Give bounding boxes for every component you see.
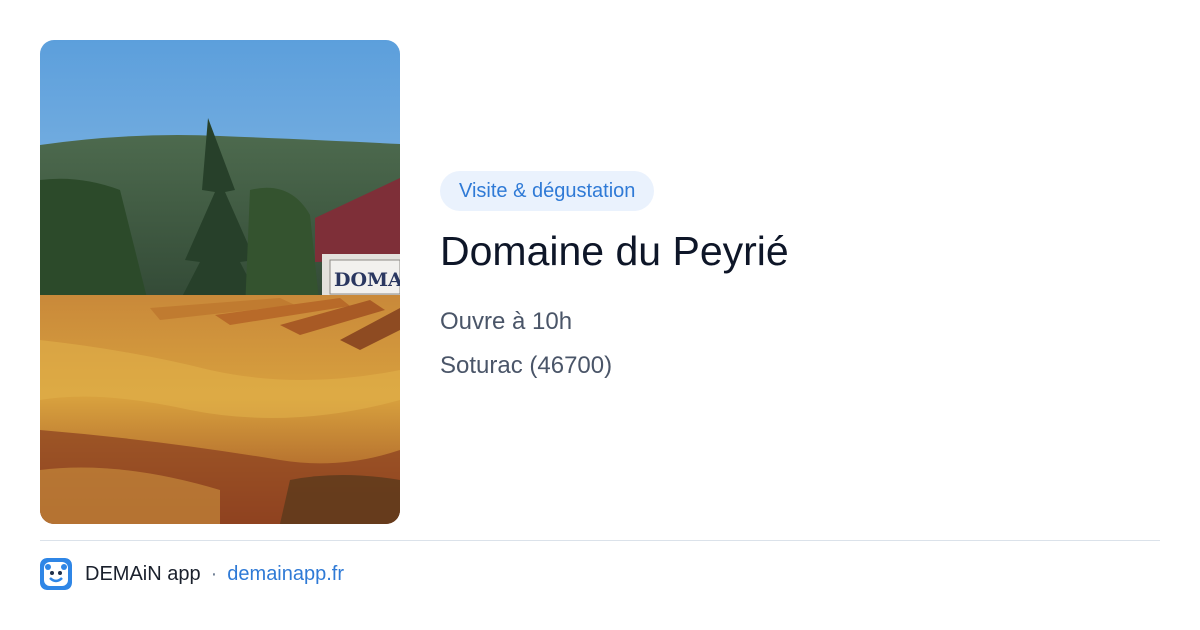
- footer-divider: [40, 540, 1160, 541]
- footer-separator: ·: [210, 562, 218, 585]
- category-badge[interactable]: Visite & dégustation: [440, 171, 655, 211]
- app-name: DEMAiN app: [85, 562, 201, 585]
- domain-title: Domaine du Peyrié: [440, 228, 789, 274]
- demain-logo-icon: [40, 558, 72, 590]
- app-url-link[interactable]: demainapp.fr: [227, 563, 344, 586]
- location-text: Soturac (46700): [440, 352, 613, 379]
- footer: DEMAiN app · demainapp.fr: [40, 558, 344, 590]
- info-block: Visite & dégustation: [440, 171, 655, 211]
- domain-photo: DOMAIN: [40, 40, 400, 524]
- opening-hours: Ouvre à 10h: [440, 308, 573, 335]
- svg-text:DOMAIN: DOMAIN: [334, 269, 400, 291]
